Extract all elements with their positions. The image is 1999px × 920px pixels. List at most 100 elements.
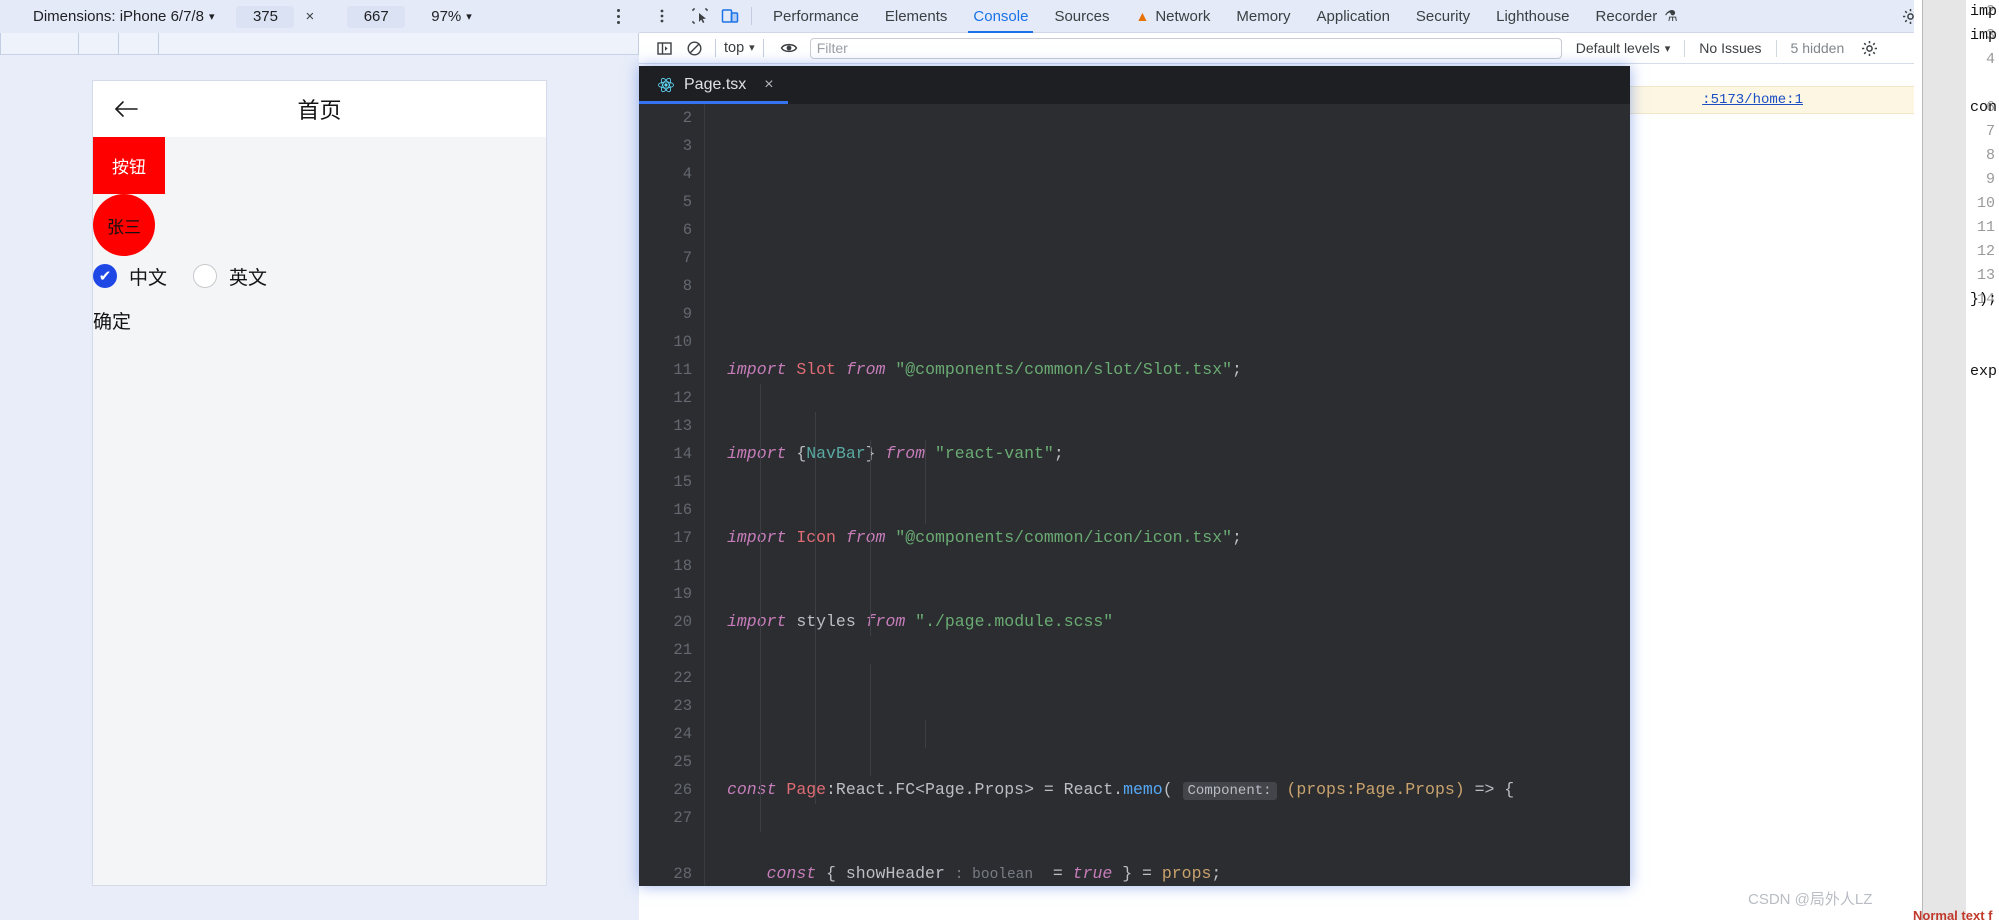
- editor-blank-region: [1966, 312, 1999, 360]
- ide-file-tab-label: Page.tsx: [684, 76, 747, 93]
- line-number: 24: [673, 725, 692, 743]
- line-number: 10: [1976, 195, 1995, 212]
- line-number: 6: [682, 221, 692, 239]
- ruler-tick: [158, 33, 159, 55]
- tab-performance[interactable]: Performance: [760, 0, 872, 33]
- chevron-down-icon: ▾: [749, 41, 755, 54]
- chevron-down-icon: ▾: [466, 11, 472, 23]
- indent-guide: [925, 720, 926, 748]
- code-fragment: });: [1970, 291, 1998, 308]
- console-sidebar-icon[interactable]: [651, 35, 677, 61]
- more-vertical-icon-dot: [616, 8, 620, 12]
- radio-option-english[interactable]: 英文: [193, 263, 293, 290]
- ide-source-code[interactable]: import Slot from "@components/common/slo…: [705, 104, 1630, 886]
- tab-network[interactable]: ▲ Network: [1122, 0, 1223, 33]
- console-hidden-count[interactable]: 5 hidden: [1791, 40, 1845, 56]
- line-number: 9: [682, 305, 692, 323]
- more-vertical-icon-dot: [616, 20, 620, 24]
- code-line: const { showHeader : boolean = true } = …: [766, 864, 1222, 883]
- indent-guide: [870, 664, 871, 776]
- console-message-source-link[interactable]: :5173/home:1: [1702, 92, 1803, 108]
- react-logo-icon: [657, 76, 675, 94]
- editor-blank-region: [1966, 360, 1999, 920]
- console-context-selector[interactable]: top ▾: [724, 40, 755, 56]
- code-line: import Slot from "@components/common/slo…: [727, 360, 1242, 379]
- tab-memory[interactable]: Memory: [1223, 0, 1303, 33]
- ide-file-tab[interactable]: Page.tsx ×: [639, 66, 788, 104]
- console-context-label: top: [724, 40, 745, 56]
- back-arrow-icon[interactable]: [113, 96, 139, 122]
- devtools-tabbar: Performance Elements Console Sources ▲ N…: [639, 0, 1999, 33]
- radio-checked-icon: ✔: [93, 264, 117, 288]
- device-height-input[interactable]: 667: [347, 5, 406, 28]
- ide-line-number-gutter: 2 3 4 5 6 7 8 9 10 11 12 13 14 15 16 17 …: [639, 104, 705, 886]
- device-zoom-label: 97%: [431, 8, 462, 25]
- filterbar-divider: [762, 39, 764, 57]
- device-dimensions-label: Dimensions: iPhone 6/7/8: [33, 8, 204, 25]
- line-number: 2: [682, 109, 692, 127]
- line-number: 12: [673, 389, 692, 407]
- ruler-tick: [0, 33, 1, 55]
- line-number: 26: [673, 781, 692, 799]
- warning-triangle-icon: ▲: [1135, 8, 1150, 24]
- device-viewport: 首页 按钮 张三 ✔ 中文 英文 确定: [92, 80, 547, 886]
- line-number: 22: [673, 669, 692, 687]
- inspect-element-icon[interactable]: [687, 3, 713, 29]
- ide-tabbar: Page.tsx ×: [639, 66, 1630, 104]
- dimension-separator: ×: [305, 8, 315, 25]
- tab-lighthouse[interactable]: Lighthouse: [1483, 0, 1582, 33]
- indent-guide: [870, 440, 871, 636]
- code-line: import Icon from "@components/common/ico…: [727, 528, 1242, 547]
- chevron-down-icon: ▾: [208, 11, 215, 23]
- tab-recorder-label: Recorder: [1595, 7, 1658, 25]
- code-fragment: imp: [1970, 27, 1998, 44]
- line-number: 16: [673, 501, 692, 519]
- filterbar-divider: [1684, 39, 1686, 57]
- clear-console-icon[interactable]: [681, 35, 707, 61]
- app-primary-button[interactable]: 按钮: [93, 137, 165, 194]
- live-expression-eye-icon[interactable]: [776, 35, 802, 61]
- line-number: 15: [673, 473, 692, 491]
- line-number: 8: [682, 277, 692, 295]
- line-number: 7: [1985, 123, 1995, 140]
- close-icon[interactable]: ×: [764, 77, 773, 93]
- line-number: 5: [682, 193, 692, 211]
- code-line: import styles from "./page.module.scss": [727, 612, 1114, 631]
- ruler-tick: [78, 33, 79, 55]
- line-number: 9: [1985, 171, 1995, 188]
- indent-guide: [925, 440, 926, 524]
- device-toolbar-more-button[interactable]: [608, 6, 628, 26]
- device-width-input[interactable]: 375: [236, 5, 295, 28]
- tab-elements[interactable]: Elements: [872, 0, 961, 33]
- console-filter-input[interactable]: [809, 37, 1562, 59]
- tab-sources[interactable]: Sources: [1041, 0, 1122, 33]
- app-navbar: 首页: [93, 81, 546, 137]
- device-dimensions-dropdown[interactable]: Dimensions: iPhone 6/7/8 ▾: [33, 8, 214, 25]
- line-number: 3: [682, 137, 692, 155]
- tab-console[interactable]: Console: [960, 0, 1041, 33]
- background-editor-strip: 2 3 4 5 6 7 8 9 10 11 12 13 14 15 16 imp…: [1914, 0, 1999, 920]
- line-number: 4: [1985, 51, 1995, 68]
- code-fragment: con: [1970, 99, 1998, 116]
- tab-recorder[interactable]: Recorder ⚗: [1583, 0, 1691, 33]
- line-number: 25: [673, 753, 692, 771]
- console-issues-status[interactable]: No Issues: [1699, 40, 1761, 56]
- tab-security[interactable]: Security: [1403, 0, 1483, 33]
- line-number: 27: [673, 809, 692, 827]
- toggle-device-toolbar-icon[interactable]: [717, 3, 743, 29]
- device-zoom-dropdown[interactable]: 97% ▾: [431, 8, 472, 25]
- line-number: 19: [673, 585, 692, 603]
- line-number: 20: [673, 613, 692, 631]
- confirm-label[interactable]: 确定: [93, 307, 131, 334]
- radio-option-chinese[interactable]: ✔ 中文: [93, 263, 193, 290]
- radio-unchecked-icon: [193, 264, 218, 288]
- line-number: 28: [673, 865, 692, 883]
- tab-application[interactable]: Application: [1304, 0, 1403, 33]
- ide-code-editor[interactable]: 2 3 4 5 6 7 8 9 10 11 12 13 14 15 16 17 …: [639, 104, 1630, 886]
- console-levels-dropdown[interactable]: Default levels ▾: [1576, 40, 1671, 56]
- line-number: 4: [682, 165, 692, 183]
- device-ruler: [0, 33, 639, 55]
- devtools-more-button[interactable]: [649, 3, 675, 29]
- line-number: 12: [1976, 243, 1995, 260]
- console-settings-gear-icon[interactable]: [1856, 35, 1882, 61]
